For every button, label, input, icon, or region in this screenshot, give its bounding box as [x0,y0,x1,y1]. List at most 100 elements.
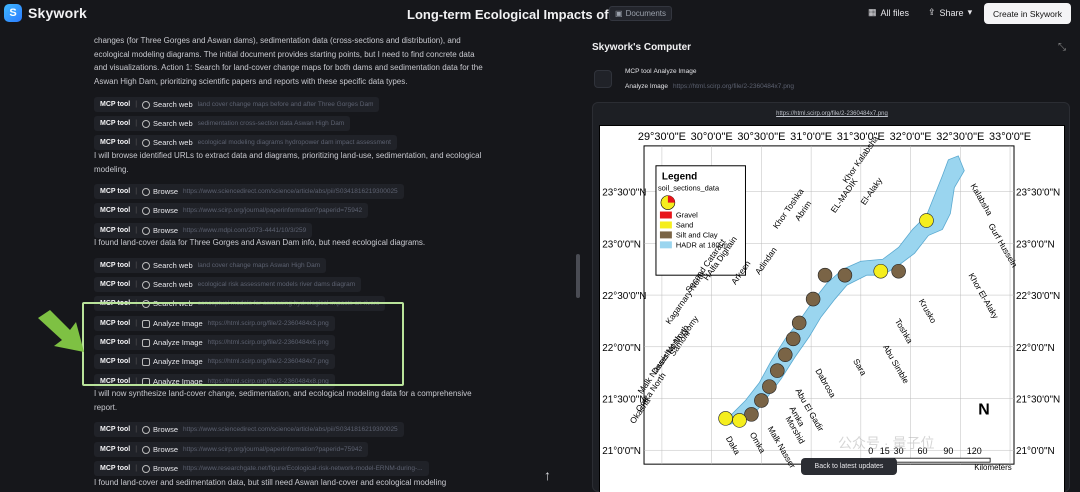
separator: | [135,120,138,127]
sample-site [837,267,853,283]
tool-arg[interactable]: https://www.scirp.org/journal/paperinfor… [183,207,362,214]
separator: | [135,262,138,269]
separator: | [135,227,138,234]
top-tick-label: 30°30'0"E [737,131,785,143]
scale-label: 90 [943,446,953,456]
all-files-button[interactable]: ▦ All files [868,7,909,18]
computer-title: Skywork's Computer [592,42,692,53]
top-tick-label: 31°0'0"E [790,131,832,143]
north-arrow-icon: N [978,401,990,418]
tool-name-label: Browse [153,187,179,196]
image-viewer: https://html.scirp.org/file/2-2360484x7.… [592,102,1070,492]
mcp-name: Analyze Image [625,83,668,90]
legend-subtitle: soil_sections_data [658,184,720,193]
tool-arg[interactable]: ecological modeling diagrams hydropower … [198,139,391,146]
tool-name: Browse [142,425,178,434]
sample-site [891,263,906,279]
tool-name-label: Search web [153,280,193,289]
tool-call-row[interactable]: MCP tool | Search web land cover change map… [94,258,327,273]
create-in-skywork-button[interactable]: Create in Skywork [984,3,1071,24]
watermark: 公众号 · 量子位 [838,435,935,451]
top-bar: S Skywork Long-term Ecological Impacts o… [0,0,1080,28]
brand[interactable]: S Skywork [4,4,87,22]
tool-call-row[interactable]: MCP tool | Browse https://www.scirp.org/jou… [94,203,369,218]
back-to-latest-button[interactable]: Back to latest updates [801,458,897,475]
tool-arg[interactable]: sedimentation cross-section data Aswan H… [198,120,345,127]
tool-name: Browse [142,464,178,473]
globe-icon [142,445,151,454]
scrollbar[interactable] [576,254,580,298]
tool-arg[interactable]: https://www.researchgate.net/figure/Ecol… [183,465,423,472]
tool-arg[interactable]: ecological risk assessment models river … [198,281,356,288]
tool-call-row[interactable]: MCP tool | Browse https://www.sciencedirect… [94,422,404,437]
share-icon: ⇪ [928,7,936,17]
sample-site [762,379,777,394]
tool-name: Search web [142,261,193,270]
tool-tag: MCP tool [100,465,131,472]
scroll-up-icon[interactable]: ↑ [544,467,551,483]
top-tick-label: 29°30'0"E [638,131,686,143]
globe-icon [142,425,151,434]
tool-call-row[interactable]: MCP tool | Browse https://www.scirp.org/jou… [94,442,369,457]
tool-name: Browse [142,226,178,235]
separator: | [135,281,138,288]
tool-arg[interactable]: https://www.scirp.org/journal/paperinfor… [183,446,362,453]
tool-name-label: Search web [153,138,193,147]
separator: | [135,101,138,108]
share-label: Share [939,7,964,18]
mcp-status: MCP tool Analyze Image [625,68,696,75]
map-image: 29°30'0"E 30°0'0"E 30°30'0"E 31°0'0"E 31°30'… [599,125,1065,492]
document-icon: ▣ [615,9,623,18]
tool-call-row[interactable]: MCP tool | Search web ecological modeling d… [94,135,397,150]
files-icon: ▦ [868,7,877,17]
tool-tag: MCP tool [100,227,131,234]
chat-paragraph: I will now synthesize land-cover change,… [94,389,472,412]
tool-tag: MCP tool [100,426,131,433]
left-tick-label: 22°30'0"N [602,291,646,302]
search-icon [142,261,151,270]
tool-call-row[interactable]: MCP tool | Search web land cover change map… [94,97,380,112]
image-url-link[interactable]: https://html.scirp.org/file/2-2360484x7.… [593,111,1071,117]
globe-icon [142,464,151,473]
sample-site [718,411,733,426]
tool-tag: MCP tool [100,281,131,288]
tool-call-row[interactable]: MCP tool | Browse https://www.sciencedirect… [94,184,404,199]
chat-paragraph: changes (for Three Gorges and Aswan dams… [94,36,483,86]
tool-name-label: Browse [153,445,179,454]
tool-arg[interactable]: https://www.mdpi.com/2073-4441/10/3/259 [183,227,306,234]
tool-tag: MCP tool [100,139,131,146]
tool-tag: MCP tool [100,446,131,453]
separator: | [135,207,138,214]
tool-arg[interactable]: land cover change maps Aswan High Dam [198,262,320,269]
right-tick-label: 21°0'0"N [1016,446,1055,457]
tool-tag: MCP tool [100,207,131,214]
tool-call-row[interactable]: MCP tool | Search web ecological risk asses… [94,277,362,292]
share-button[interactable]: ⇪ Share ▾ [928,7,972,18]
sample-site [873,263,888,279]
right-tick-label: 21°30'0"N [1016,394,1060,405]
tool-call-row[interactable]: MCP tool | Browse https://www.researchgate.… [94,461,429,476]
expand-icon[interactable]: ⤡ [1058,42,1066,53]
mcp-label: MCP tool [625,68,652,75]
tool-tag: MCP tool [100,262,131,269]
documents-badge[interactable]: ▣ Documents [609,6,673,21]
legend-swatch [659,211,672,219]
sample-site [817,267,833,283]
tool-arg[interactable]: land cover change maps before and after … [198,101,374,108]
tool-name: Search web [142,100,193,109]
tool-call-row[interactable]: MCP tool | Browse https://www.mdpi.com/2073… [94,223,313,238]
brand-name: Skywork [28,5,87,21]
tool-call-row[interactable]: MCP tool | Search web sedimentation cross-s… [94,116,351,131]
tool-arg[interactable]: https://www.sciencedirect.com/science/ar… [183,188,398,195]
left-tick-label: 23°0'0"N [602,239,641,250]
tool-arg[interactable]: https://www.sciencedirect.com/science/ar… [183,426,398,433]
sample-site [732,413,747,428]
lake-nasser-map: 29°30'0"E 30°0'0"E 30°30'0"E 31°0'0"E 31°30'… [602,131,1060,472]
right-tick-label: 22°0'0"N [1016,343,1055,354]
legend-item: Gravel [676,211,698,220]
left-tick-label: 22°0'0"N [602,343,641,354]
all-files-label: All files [880,7,910,18]
search-icon [142,280,151,289]
documents-badge-label: Documents [625,9,667,18]
sample-site [805,291,821,307]
